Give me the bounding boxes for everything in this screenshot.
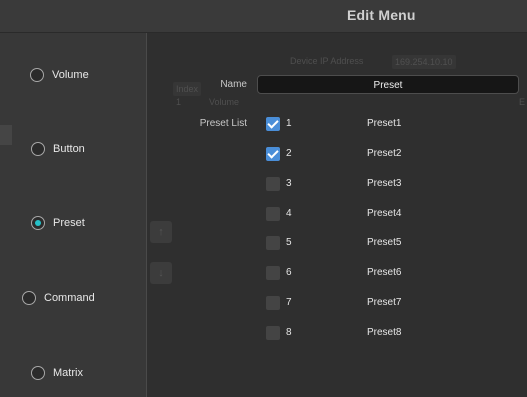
preset-name: Preset1 xyxy=(367,118,402,129)
ip-address-label: Device IP Address xyxy=(290,56,364,66)
type-cell: Volume xyxy=(209,97,240,107)
radio-label-preset: Preset xyxy=(53,217,85,229)
sidebar: Volume Button Preset Command Matrix xyxy=(0,33,147,397)
preset-number: 2 xyxy=(286,148,292,159)
arrow-down-icon: ↓ xyxy=(158,267,164,279)
preset-name: Preset4 xyxy=(367,208,402,219)
checkbox-icon[interactable] xyxy=(266,266,280,280)
preset-number: 4 xyxy=(286,208,292,219)
preset-row-4[interactable]: 4 Preset4 xyxy=(266,207,401,221)
radio-circle-icon xyxy=(30,68,44,82)
preset-name: Preset2 xyxy=(367,148,402,159)
window-title: Edit Menu xyxy=(347,7,416,23)
radio-circle-selected-icon xyxy=(31,216,45,230)
preset-row-1[interactable]: 1 Preset1 xyxy=(266,117,401,131)
preset-list-label: Preset List xyxy=(199,118,247,129)
checkbox-icon[interactable] xyxy=(266,236,280,250)
title-bar: Edit Menu xyxy=(0,0,527,33)
preset-number: 7 xyxy=(286,297,292,308)
checkbox-icon[interactable] xyxy=(266,177,280,191)
preset-row-8[interactable]: 8 Preset8 xyxy=(266,326,401,340)
checkbox-icon[interactable] xyxy=(266,207,280,221)
radio-label-matrix: Matrix xyxy=(53,367,83,379)
checkbox-checked-icon[interactable] xyxy=(266,117,280,131)
checkbox-icon[interactable] xyxy=(266,326,280,340)
radio-label-volume: Volume xyxy=(52,69,89,81)
preset-name: Preset5 xyxy=(367,237,402,248)
checkbox-checked-icon[interactable] xyxy=(266,147,280,161)
preset-number: 3 xyxy=(286,178,292,189)
name-input-value: Preset xyxy=(373,80,403,91)
index-cell: 1 xyxy=(176,97,182,107)
radio-volume[interactable]: Volume xyxy=(30,68,89,82)
radio-button[interactable]: Button xyxy=(31,142,85,156)
preset-name: Preset7 xyxy=(367,297,402,308)
arrow-up-icon: ↑ xyxy=(158,226,164,238)
radio-command[interactable]: Command xyxy=(22,291,95,305)
radio-label-command: Command xyxy=(44,292,95,304)
preset-row-6[interactable]: 6 Preset6 xyxy=(266,266,401,280)
preset-row-3[interactable]: 3 Preset3 xyxy=(266,177,401,191)
radio-circle-icon xyxy=(31,366,45,380)
checkbox-icon[interactable] xyxy=(266,296,280,310)
preset-number: 8 xyxy=(286,327,292,338)
radio-preset[interactable]: Preset xyxy=(31,216,85,230)
preset-row-7[interactable]: 7 Preset7 xyxy=(266,296,401,310)
preset-number: 5 xyxy=(286,237,292,248)
move-up-button[interactable]: ↑ xyxy=(150,221,172,243)
radio-circle-icon xyxy=(22,291,36,305)
preset-number: 6 xyxy=(286,267,292,278)
ip-address-value: 169.254.10.10 xyxy=(392,55,456,69)
radio-matrix[interactable]: Matrix xyxy=(31,366,83,380)
move-down-button[interactable]: ↓ xyxy=(150,262,172,284)
preset-row-5[interactable]: 5 Preset5 xyxy=(266,236,401,250)
index-header: Index xyxy=(173,82,202,96)
preset-name: Preset3 xyxy=(367,178,402,189)
radio-circle-icon xyxy=(31,142,45,156)
radio-label-button: Button xyxy=(53,143,85,155)
name-label: Name xyxy=(220,79,247,90)
name-input[interactable]: Preset xyxy=(257,75,519,94)
scroll-handle xyxy=(0,125,12,145)
preset-row-2[interactable]: 2 Preset2 xyxy=(266,147,401,161)
row-tail-cell: E xyxy=(519,97,526,107)
preset-number: 1 xyxy=(286,118,292,129)
preset-name: Preset8 xyxy=(367,327,402,338)
preset-name: Preset6 xyxy=(367,267,402,278)
